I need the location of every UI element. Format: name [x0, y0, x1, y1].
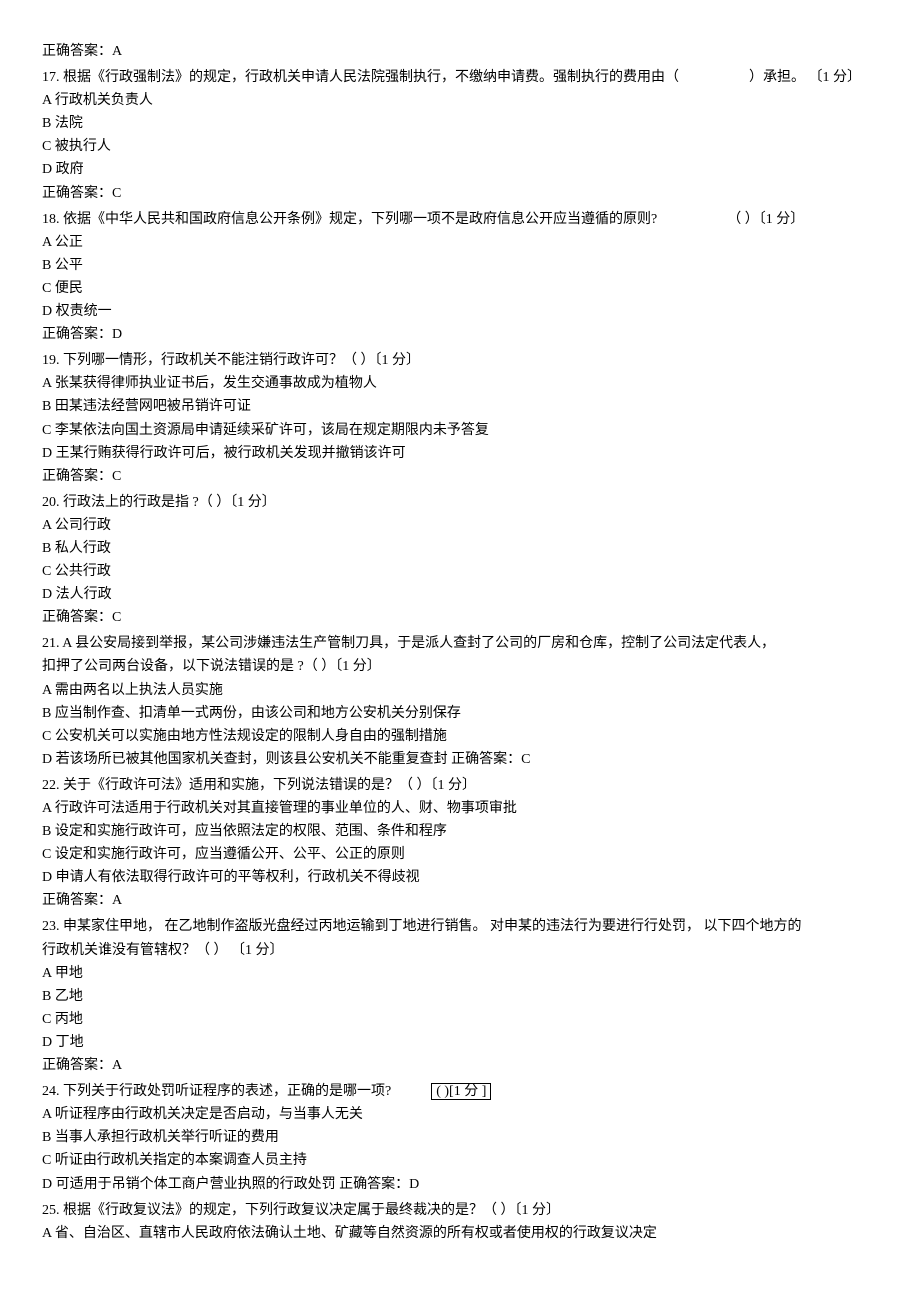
q18-stem-tail: （ ）〔1 分〕: [727, 212, 804, 227]
q19-stem: 19. 下列哪一情形，行政机关不能注销行政许可？（ ）〔1 分〕: [42, 349, 878, 372]
q23-option-a: A 甲地: [42, 962, 878, 985]
q23-stem-line2: 行政机关谁没有管辖权？（ ） 〔1 分〕: [42, 939, 878, 962]
q18-stem: 18. 依据《中华人民共和国政府信息公开条例》规定，下列哪一项不是政府信息公开应…: [42, 208, 878, 231]
q22-answer: 正确答案：A: [42, 889, 878, 912]
q22-option-a: A 行政许可法适用于行政机关对其直接管理的事业单位的人、财、物事项审批: [42, 797, 878, 820]
q18-option-b: B 公平: [42, 254, 878, 277]
q21-option-b: B 应当制作查、扣清单一式两份，由该公司和地方公安机关分别保存: [42, 702, 878, 725]
q19-answer: 正确答案：C: [42, 465, 878, 488]
q24-stem-text: 24. 下列关于行政处罚听证程序的表述，正确的是哪一项?: [42, 1084, 391, 1099]
q24-option-a: A 听证程序由行政机关决定是否启动，与当事人无关: [42, 1103, 878, 1126]
q20-answer: 正确答案：C: [42, 606, 878, 629]
q21-option-d: D 若该场所已被其他国家机关查封，则该县公安机关不能重复查封 正确答案：C: [42, 748, 878, 771]
q19-option-a: A 张某获得律师执业证书后，发生交通事故成为植物人: [42, 372, 878, 395]
q18-option-d: D 权责统一: [42, 300, 878, 323]
q17-option-b: B 法院: [42, 112, 878, 135]
q20-stem: 20. 行政法上的行政是指 ?（ ）〔1 分〕: [42, 491, 878, 514]
q19-option-b: B 田某违法经营网吧被吊销许可证: [42, 395, 878, 418]
q17-stem-text: 17. 根据《行政强制法》的规定，行政机关申请人民法院强制执行，不缴纳申请费。强…: [42, 70, 679, 85]
q23-option-d: D 丁地: [42, 1031, 878, 1054]
q17-option-d: D 政府: [42, 158, 878, 181]
q21-stem-line2: 扣押了公司两台设备，以下说法错误的是 ?（ ）〔1 分〕: [42, 655, 878, 678]
q22-stem: 22. 关于《行政许可法》适用和实施，下列说法错误的是？（ ）〔1 分〕: [42, 774, 878, 797]
q18-answer: 正确答案：D: [42, 323, 878, 346]
q24-option-c: C 听证由行政机关指定的本案调查人员主持: [42, 1149, 878, 1172]
q17-option-a: A 行政机关负责人: [42, 89, 878, 112]
q25-stem: 25. 根据《行政复议法》的规定，下列行政复议决定属于最终裁决的是？（ ）〔1 …: [42, 1199, 878, 1222]
q20-option-b: B 私人行政: [42, 537, 878, 560]
q19-option-d: D 王某行贿获得行政许可后，被行政机关发现并撤销该许可: [42, 442, 878, 465]
q20-option-a: A 公司行政: [42, 514, 878, 537]
q24-stem: 24. 下列关于行政处罚听证程序的表述，正确的是哪一项? ( )[1 分 ]: [42, 1080, 878, 1103]
q24-option-d: D 可适用于吊销个体工商户营业执照的行政处罚 正确答案：D: [42, 1173, 878, 1196]
q22-option-c: C 设定和实施行政许可，应当遵循公开、公平、公正的原则: [42, 843, 878, 866]
q17-option-c: C 被执行人: [42, 135, 878, 158]
q20-option-c: C 公共行政: [42, 560, 878, 583]
q20-option-d: D 法人行政: [42, 583, 878, 606]
q18-stem-text: 18. 依据《中华人民共和国政府信息公开条例》规定，下列哪一项不是政府信息公开应…: [42, 212, 657, 227]
q25-option-a: A 省、自治区、直辖市人民政府依法确认土地、矿藏等自然资源的所有权或者使用权的行…: [42, 1222, 878, 1245]
q21-option-c: C 公安机关可以实施由地方性法规设定的限制人身自由的强制措施: [42, 725, 878, 748]
q24-boxed-points: ( )[1 分 ]: [431, 1083, 491, 1100]
q22-option-b: B 设定和实施行政许可，应当依照法定的权限、范围、条件和程序: [42, 820, 878, 843]
q22-option-d: D 申请人有依法取得行政许可的平等权利，行政机关不得歧视: [42, 866, 878, 889]
q21-stem-line1: 21. A 县公安局接到举报，某公司涉嫌违法生产管制刀具，于是派人查封了公司的厂…: [42, 632, 878, 655]
q23-option-b: B 乙地: [42, 985, 878, 1008]
q23-option-c: C 丙地: [42, 1008, 878, 1031]
q17-stem-tail: ）承担。 〔1 分〕: [749, 70, 861, 85]
q18-option-c: C 便民: [42, 277, 878, 300]
q19-option-c: C 李某依法向国土资源局申请延续采矿许可，该局在规定期限内未予答复: [42, 419, 878, 442]
q24-option-b: B 当事人承担行政机关举行听证的费用: [42, 1126, 878, 1149]
q17-stem: 17. 根据《行政强制法》的规定，行政机关申请人民法院强制执行，不缴纳申请费。强…: [42, 66, 878, 89]
q23-answer: 正确答案：A: [42, 1054, 878, 1077]
q17-answer: 正确答案：C: [42, 182, 878, 205]
q18-option-a: A 公正: [42, 231, 878, 254]
q23-stem-line1: 23. 申某家住甲地， 在乙地制作盗版光盘经过丙地运输到丁地进行销售。 对申某的…: [42, 915, 878, 938]
q21-option-a: A 需由两名以上执法人员实施: [42, 679, 878, 702]
prev-answer: 正确答案：A: [42, 40, 878, 63]
